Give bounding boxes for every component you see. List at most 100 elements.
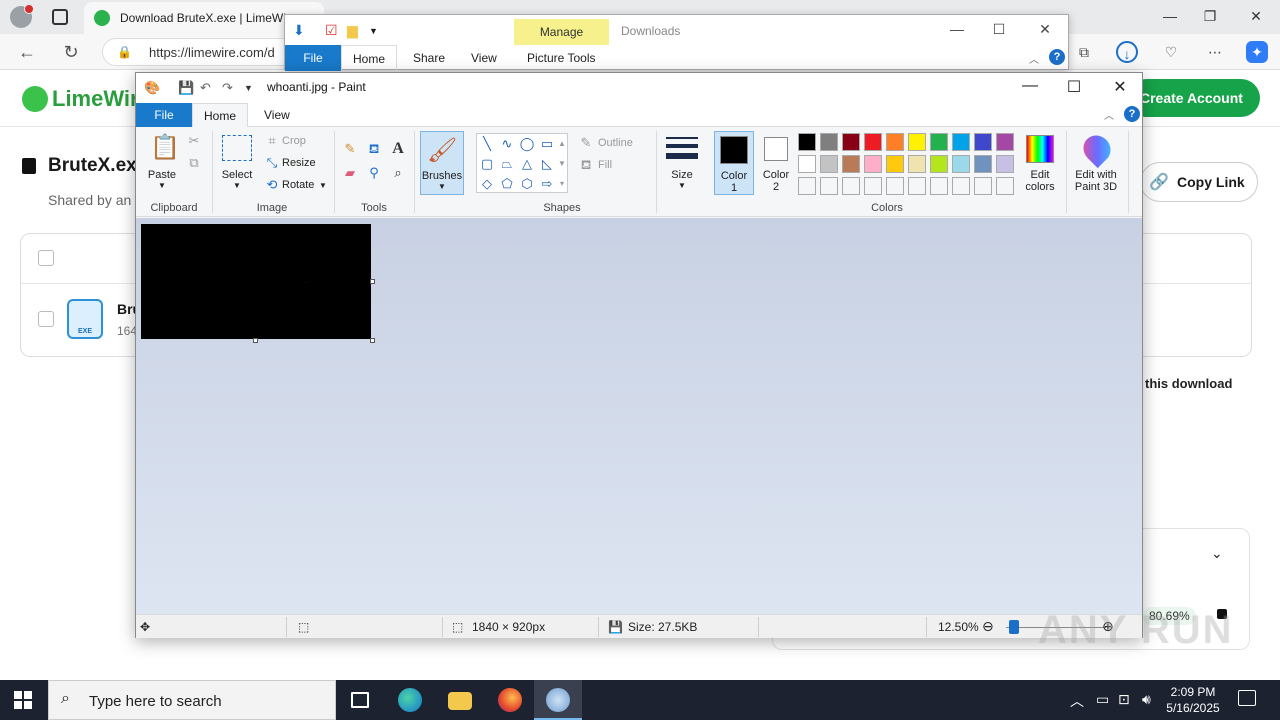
select-dropdown-icon[interactable]: ▼ <box>216 181 258 190</box>
minimize-icon[interactable]: — <box>1160 8 1180 24</box>
canvas-workspace[interactable]: ····· <box>136 218 1142 614</box>
color-swatch[interactable] <box>886 133 904 151</box>
redo-icon[interactable]: ↷ <box>222 80 233 96</box>
minimize-icon[interactable]: — <box>947 21 967 37</box>
color-swatch[interactable] <box>930 133 948 151</box>
select-icon[interactable] <box>222 135 252 161</box>
edit-colors-label-a[interactable]: Edit <box>1018 169 1062 181</box>
hexagon-shape-icon[interactable]: ⬡ <box>519 176 535 192</box>
tab-home[interactable]: Home <box>341 45 397 71</box>
resize-label[interactable]: Resize <box>282 157 316 169</box>
color1-button[interactable]: Color 1 <box>714 131 754 195</box>
tab-picture-tools[interactable]: Picture Tools <box>527 51 595 65</box>
scroll-up-icon[interactable]: ▲ <box>557 136 567 152</box>
paint-3d-icon[interactable] <box>1077 129 1117 169</box>
rotate-icon[interactable]: ⟲ <box>264 177 280 193</box>
diamond-shape-icon[interactable]: ◇ <box>479 176 495 192</box>
tray-overflow-icon[interactable]: ︿ <box>1070 691 1084 711</box>
color-picker-icon[interactable]: ⚲ <box>366 165 382 181</box>
text-tool-icon[interactable]: A <box>390 141 406 157</box>
copilot-icon[interactable]: ✦ <box>1246 41 1268 63</box>
image-canvas[interactable]: ····· <box>141 224 371 339</box>
cut-icon[interactable]: ✂ <box>186 133 202 149</box>
color2-label-b[interactable]: 2 <box>756 181 796 193</box>
fill-bucket-icon[interactable]: ⛾ <box>366 141 382 157</box>
color-swatch[interactable] <box>798 177 816 195</box>
close-icon[interactable]: ✕ <box>1108 77 1132 97</box>
taskbar-paint[interactable] <box>534 680 582 720</box>
color-swatch[interactable] <box>842 177 860 195</box>
tab-view[interactable]: View <box>471 51 497 65</box>
color-swatch[interactable] <box>798 133 816 151</box>
tab-view[interactable]: View <box>264 108 290 122</box>
qat-dropdown-icon[interactable]: ▼ <box>244 83 253 93</box>
edit-colors-icon[interactable] <box>1026 135 1054 163</box>
brushes-button[interactable]: 🖌 Brushes ▼ <box>420 131 464 195</box>
more-icon[interactable]: ⋯ <box>1204 41 1226 63</box>
color-swatch[interactable] <box>974 133 992 151</box>
zoom-out-icon[interactable]: ⊖ <box>982 618 994 635</box>
copy-link-button[interactable]: 🔗 Copy Link <box>1140 162 1258 202</box>
eraser-icon[interactable]: ▰ <box>342 165 358 181</box>
color-swatch[interactable] <box>798 155 816 173</box>
color-swatch[interactable] <box>974 177 992 195</box>
edit-colors-label-b[interactable]: colors <box>1018 181 1062 193</box>
help-icon[interactable]: ? <box>1049 49 1065 65</box>
select-label[interactable]: Select <box>216 169 258 181</box>
minimize-icon[interactable]: — <box>1018 77 1042 95</box>
color-swatch[interactable] <box>908 155 926 173</box>
ribbon-collapse-icon[interactable]: ︿ <box>1104 107 1114 122</box>
color-swatch[interactable] <box>996 177 1014 195</box>
properties-icon[interactable]: ☑ <box>325 22 338 39</box>
qat-dropdown-icon[interactable]: ▼ <box>369 26 378 36</box>
oval-shape-icon[interactable]: ◯ <box>519 136 535 152</box>
color-swatch[interactable] <box>952 177 970 195</box>
color2-swatch[interactable] <box>764 137 788 161</box>
undo-icon[interactable]: ↶ <box>200 80 211 96</box>
size-icon[interactable] <box>666 135 698 165</box>
color-swatch[interactable] <box>952 133 970 151</box>
resize-handle-bottom[interactable] <box>253 338 258 343</box>
polygon-shape-icon[interactable]: ⏢ <box>499 156 515 172</box>
color-swatch[interactable] <box>908 177 926 195</box>
color-swatch[interactable] <box>842 155 860 173</box>
reload-icon[interactable]: ↻ <box>60 42 82 63</box>
taskbar-edge[interactable] <box>386 680 434 720</box>
expand-shapes-icon[interactable]: ▾ <box>557 176 567 192</box>
color-swatch[interactable] <box>864 133 882 151</box>
taskbar-search[interactable]: ⌕ Type here to search <box>48 680 336 720</box>
paint3d-label-a[interactable]: Edit with <box>1068 169 1124 181</box>
color-swatch[interactable] <box>930 155 948 173</box>
rectangle-shape-icon[interactable]: ▭ <box>539 136 555 152</box>
extensions-icon[interactable]: ⧉ <box>1073 41 1095 63</box>
tab-file[interactable]: File <box>136 103 192 127</box>
paste-dropdown-icon[interactable]: ▼ <box>144 181 180 190</box>
shapes-gallery[interactable]: ╲ ∿ ◯ ▭ ▢ ⏢ △ ◺ ◇ ⬠ ⬡ ⇨ ▲ ▼ ▾ <box>476 133 568 193</box>
crop-label[interactable]: Crop <box>282 135 306 147</box>
crop-icon[interactable]: ⌗ <box>264 133 280 149</box>
scroll-down-icon[interactable]: ▼ <box>557 156 567 172</box>
color-swatch[interactable] <box>886 177 904 195</box>
resize-icon[interactable]: ⤡ <box>264 155 280 171</box>
color-swatch[interactable] <box>996 133 1014 151</box>
color2-label-a[interactable]: Color <box>756 169 796 181</box>
color-swatch[interactable] <box>930 177 948 195</box>
chevron-down-icon[interactable]: ⌄ <box>1211 545 1223 562</box>
line-shape-icon[interactable]: ╲ <box>479 136 495 152</box>
notification-icon[interactable] <box>1238 690 1256 706</box>
color-swatch[interactable] <box>908 133 926 151</box>
tab-home[interactable]: Home <box>192 103 248 128</box>
fill-label[interactable]: Fill <box>598 159 612 171</box>
color-swatch[interactable] <box>864 155 882 173</box>
color-swatch[interactable] <box>952 155 970 173</box>
performance-icon[interactable]: ♡ <box>1160 41 1182 63</box>
rotate-dropdown-icon[interactable]: ▼ <box>319 181 327 190</box>
battery-icon[interactable]: ▭ <box>1096 691 1109 708</box>
ribbon-collapse-icon[interactable]: ︿ <box>1029 51 1039 66</box>
back-icon[interactable]: ← <box>16 42 38 63</box>
tab-file[interactable]: File <box>285 45 341 71</box>
taskbar-explorer[interactable] <box>436 680 484 720</box>
color-swatch[interactable] <box>820 133 838 151</box>
row-checkbox[interactable] <box>38 311 54 327</box>
color-swatch[interactable] <box>820 177 838 195</box>
